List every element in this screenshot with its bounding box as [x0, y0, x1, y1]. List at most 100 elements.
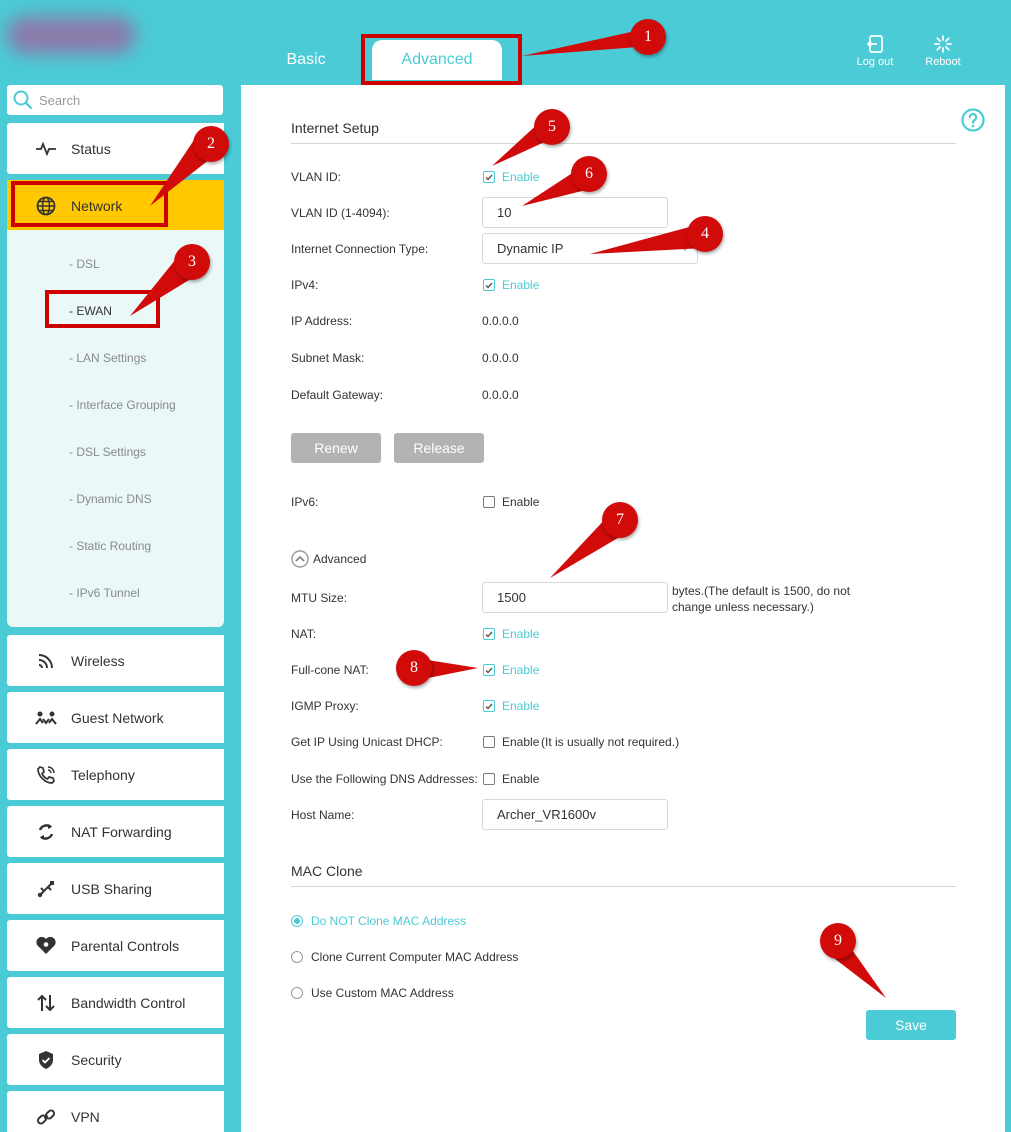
- wifi-icon: [35, 650, 57, 672]
- unicast-dhcp-hint: (It is usually not required.): [541, 735, 680, 749]
- ipv4-enable-checkbox[interactable]: Enable: [483, 278, 539, 292]
- checkbox-box: [483, 736, 495, 748]
- radio-label: Clone Current Computer MAC Address: [311, 950, 519, 964]
- igmp-label: IGMP Proxy:: [291, 699, 359, 713]
- ip-address-label: IP Address:: [291, 314, 353, 328]
- submenu-item-static-routing[interactable]: - Static Routing: [69, 539, 151, 553]
- checkbox-box: [483, 664, 495, 676]
- annotation-marker-8: 8: [396, 650, 432, 686]
- sidebar-item-label: VPN: [71, 1108, 100, 1125]
- submenu-item-dynamic-dns[interactable]: - Dynamic DNS: [69, 492, 152, 506]
- radio-label: Use Custom MAC Address: [311, 986, 454, 1000]
- renew-button[interactable]: Renew: [291, 433, 381, 463]
- sidebar-item-guest-network[interactable]: Guest Network: [7, 692, 224, 743]
- search-input[interactable]: [39, 92, 209, 108]
- radio-dot: [291, 915, 303, 927]
- highlight-advanced-tab: [361, 34, 522, 85]
- submenu-item-lan-settings[interactable]: - LAN Settings: [69, 351, 146, 365]
- ipv6-enable-checkbox[interactable]: Enable: [483, 495, 539, 509]
- tab-basic[interactable]: Basic: [266, 40, 346, 80]
- radio-no-clone[interactable]: Do NOT Clone MAC Address: [291, 914, 466, 928]
- sidebar-item-label: NAT Forwarding: [71, 823, 172, 840]
- dns-label: Use the Following DNS Addresses:: [291, 772, 478, 786]
- annotation-marker-6: 6: [571, 156, 607, 192]
- fullcone-nat-checkbox[interactable]: Enable: [483, 663, 539, 677]
- conn-type-select[interactable]: Dynamic IP: [482, 233, 698, 264]
- sidebar-item-label: Security: [71, 1051, 122, 1068]
- annotation-marker-5: 5: [534, 109, 570, 145]
- checkbox-label: Enable: [502, 735, 540, 749]
- mtu-hint: bytes.(The default is 1500, do not chang…: [672, 584, 851, 614]
- nat-enable-checkbox[interactable]: Enable: [483, 627, 539, 641]
- unicast-dhcp-label: Get IP Using Unicast DHCP:: [291, 735, 443, 749]
- sidebar-item-label: USB Sharing: [71, 880, 152, 897]
- help-icon[interactable]: [961, 108, 985, 132]
- sidebar-item-parental-controls[interactable]: Parental Controls: [7, 920, 224, 971]
- checkbox-label: Enable: [502, 170, 540, 184]
- host-name-input[interactable]: [482, 799, 668, 830]
- brand-logo: [6, 16, 136, 54]
- phone-icon: [35, 764, 57, 786]
- submenu-item-interface-grouping[interactable]: - Interface Grouping: [69, 398, 176, 412]
- ipv4-label: IPv4:: [291, 278, 319, 292]
- checkbox-box: [483, 171, 495, 183]
- igmp-enable-checkbox[interactable]: Enable: [483, 699, 539, 713]
- sidebar-item-wireless[interactable]: Wireless: [7, 635, 224, 686]
- highlight-network: [11, 181, 168, 227]
- vlan-id-label: VLAN ID:: [291, 170, 342, 184]
- radio-clone-current[interactable]: Clone Current Computer MAC Address: [291, 950, 518, 964]
- conn-type-value: Dynamic IP: [497, 241, 564, 256]
- sidebar-item-status[interactable]: Status: [7, 123, 224, 174]
- submenu-item-ipv6-tunnel[interactable]: - IPv6 Tunnel: [69, 586, 140, 600]
- subnet-value: 0.0.0.0: [482, 351, 519, 365]
- section-divider: [291, 886, 956, 887]
- reboot-button[interactable]: Reboot: [913, 34, 973, 68]
- guest-icon: [35, 707, 57, 729]
- shield-icon: [35, 1049, 57, 1071]
- checkbox-box: [483, 496, 495, 508]
- advanced-toggle-label: Advanced: [313, 552, 367, 566]
- radio-custom-mac[interactable]: Use Custom MAC Address: [291, 986, 454, 1000]
- vlan-enable-checkbox[interactable]: Enable: [483, 170, 539, 184]
- checkbox-box: [483, 628, 495, 640]
- sidebar-item-bandwidth-control[interactable]: Bandwidth Control: [7, 977, 224, 1028]
- sidebar-item-vpn[interactable]: VPN: [7, 1091, 224, 1132]
- usb-icon: [35, 878, 57, 900]
- conn-type-label: Internet Connection Type:: [291, 242, 429, 256]
- fullcone-nat-label: Full-cone NAT:: [291, 663, 369, 677]
- annotation-marker-2: 2: [193, 126, 229, 162]
- unicast-dhcp-checkbox[interactable]: Enable: [483, 735, 539, 749]
- submenu-item-dsl[interactable]: - DSL: [69, 257, 100, 271]
- nat-label: NAT:: [291, 627, 317, 641]
- ip-address-value: 0.0.0.0: [482, 314, 519, 328]
- reboot-icon: [934, 35, 952, 53]
- annotation-marker-1: 1: [630, 19, 666, 55]
- save-button[interactable]: Save: [866, 1010, 956, 1040]
- logout-button[interactable]: Log out: [845, 34, 905, 68]
- chevron-down-icon: [681, 246, 689, 251]
- sidebar-item-telephony[interactable]: Telephony: [7, 749, 224, 800]
- release-button[interactable]: Release: [394, 433, 484, 463]
- submenu-item-dsl-settings[interactable]: - DSL Settings: [69, 445, 146, 459]
- checkbox-label: Enable: [502, 663, 540, 677]
- gateway-label: Default Gateway:: [291, 388, 384, 402]
- search-box[interactable]: [7, 85, 223, 115]
- vlan-range-label: VLAN ID (1-4094):: [291, 206, 390, 220]
- sidebar-item-label: Parental Controls: [71, 937, 180, 954]
- mac-clone-title: MAC Clone: [291, 863, 363, 879]
- pulse-icon: [35, 138, 57, 160]
- mtu-label: MTU Size:: [291, 591, 348, 605]
- vlan-id-input[interactable]: [482, 197, 668, 228]
- sidebar-item-security[interactable]: Security: [7, 1034, 224, 1085]
- advanced-toggle[interactable]: Advanced: [291, 550, 366, 568]
- dns-enable-checkbox[interactable]: Enable: [483, 772, 539, 786]
- subnet-label: Subnet Mask:: [291, 351, 365, 365]
- ipv6-label: IPv6:: [291, 495, 319, 509]
- radio-dot: [291, 987, 303, 999]
- radio-label: Do NOT Clone MAC Address: [311, 914, 467, 928]
- logout-icon: [866, 35, 883, 53]
- sidebar-item-usb-sharing[interactable]: USB Sharing: [7, 863, 224, 914]
- sidebar-item-label: Bandwidth Control: [71, 994, 186, 1011]
- mtu-input[interactable]: [482, 582, 668, 613]
- sidebar-item-nat-forwarding[interactable]: NAT Forwarding: [7, 806, 224, 857]
